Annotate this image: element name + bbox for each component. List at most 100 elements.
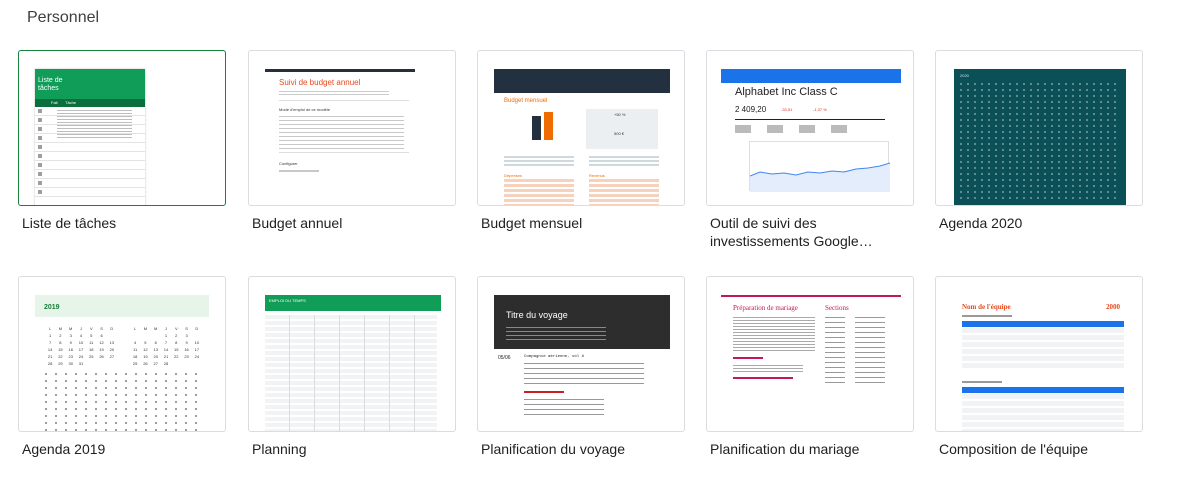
calendar-day: 14 (47, 347, 53, 352)
calendar-day: 6 (154, 340, 157, 345)
calendar-day: 31 (78, 361, 84, 366)
calendar-day: 5 (144, 340, 147, 345)
calendar-day: 16 (184, 347, 189, 352)
trip-preview-date: 05/06 (498, 355, 511, 361)
calendar-day (107, 332, 117, 339)
calendar-day-header: L (134, 326, 137, 331)
template-annual-budget-label: Budget annuel (252, 215, 343, 231)
calendar-day-header: M (69, 326, 73, 331)
wedding-preview-sections: Sections (825, 304, 849, 312)
monthly-budget-preview-expenses: Dépenses (504, 173, 523, 178)
calendar-day-header: D (195, 326, 199, 331)
calendar-day (192, 360, 202, 367)
trip-preview-flight: Compagnie aérienne, vol # (524, 355, 585, 359)
calendar-day: 23 (68, 354, 73, 359)
calendar-day: 25 (132, 361, 138, 366)
template-trip-thumbnail[interactable]: Titre du voyage 05/06 Compagnie aérienne… (477, 276, 685, 432)
calendar-day (192, 332, 202, 339)
section-title: Personnel (27, 9, 100, 26)
calendar-day: 20 (153, 354, 158, 359)
template-agenda-2020-thumbnail[interactable]: 2020 (935, 50, 1143, 206)
calendar-day-header: M (154, 326, 158, 331)
team-preview-year: 2000 (1106, 303, 1120, 311)
calendar-day-header: M (143, 326, 148, 331)
template-agenda-2019-label: Agenda 2019 (22, 441, 106, 457)
calendar-day-header: J (79, 326, 82, 331)
template-agenda-2019-thumbnail[interactable]: 2019 L M M J V S D 1 2 3 4 5 6 7 8 9 10 11 12 13 14 15 16 17 18 1… (18, 276, 226, 432)
team-preview-title: Nom de l'équipe (962, 303, 1011, 311)
investment-preview-change-pct: -1,37 % (813, 107, 827, 112)
calendar-day: 22 (58, 354, 63, 359)
calendar-day (130, 332, 140, 339)
wedding-preview-title: Préparation de mariage (733, 304, 798, 312)
calendar-day: 27 (153, 361, 158, 366)
calendar-day-header: J (164, 326, 167, 331)
calendar-day: 4 (134, 340, 137, 345)
calendar-day (107, 360, 117, 367)
annual-budget-preview-config: Configurer (279, 161, 298, 166)
calendar-day: 23 (184, 354, 189, 359)
template-annual-budget-thumbnail[interactable]: Suivi de budget annuel Mode d'emploi de … (248, 50, 456, 206)
calendar-day (86, 360, 96, 367)
calendar-day: 18 (89, 347, 94, 352)
calendar-day-header: D (110, 326, 114, 331)
calendar-day: 28 (163, 361, 169, 366)
calendar-day (181, 360, 191, 367)
template-planning-thumbnail[interactable]: EMPLOI DU TEMPS (248, 276, 456, 432)
calendar-day: 26 (99, 354, 104, 359)
calendar-day: 12 (99, 340, 104, 345)
annual-budget-preview-steps: Mode d'emploi de ce modèle (279, 107, 331, 112)
calendar-day: 11 (89, 340, 94, 345)
calendar-day-header: V (89, 326, 93, 331)
template-team-thumbnail[interactable]: Nom de l'équipe 2000 (935, 276, 1143, 432)
calendar-day-header: M (58, 326, 63, 331)
calendar-day: 12 (143, 347, 148, 352)
calendar-day: 10 (194, 340, 200, 345)
calendar-day: 9 (69, 340, 72, 345)
calendar-day: 22 (174, 354, 179, 359)
calendar-day: 18 (132, 354, 138, 359)
calendar-day (151, 332, 161, 339)
template-wedding-thumbnail[interactable]: Préparation de mariage Sections (706, 276, 914, 432)
calendar-day: 17 (78, 347, 84, 352)
calendar-day: 3 (69, 333, 72, 338)
template-todo-label: Liste de tâches (22, 215, 117, 231)
template-monthly-budget-thumbnail[interactable]: Budget mensuel +50 % 500 € Dépenses Reve… (477, 50, 685, 206)
todo-preview-col2: Tâche (65, 100, 77, 105)
template-monthly-budget-label: Budget mensuel (481, 215, 583, 231)
template-trip-label: Planification du voyage (481, 441, 625, 457)
monthly-budget-preview-title: Budget mensuel (504, 98, 548, 104)
template-todo-thumbnail[interactable]: Liste de tâches Fait Tâche (18, 50, 226, 206)
calendar-day: 13 (109, 340, 115, 345)
calendar-day: 21 (47, 354, 53, 359)
calendar-day: 21 (163, 354, 169, 359)
calendar-day: 24 (194, 354, 200, 359)
template-agenda-2020-label: Agenda 2020 (939, 215, 1023, 231)
investment-preview-change: -33,51 (781, 107, 793, 112)
calendar-day: 1 (164, 333, 168, 338)
calendar-day-header: L (49, 326, 52, 331)
template-investment-thumbnail[interactable]: Alphabet Inc Class C 2 409,20 -33,51 -1,… (706, 50, 914, 206)
calendar-day: 25 (89, 354, 94, 359)
calendar-day: 26 (143, 361, 148, 366)
calendar-day-header: S (100, 326, 103, 331)
template-planning-label: Planning (252, 441, 307, 457)
calendar-day: 9 (185, 340, 188, 345)
calendar-day: 8 (175, 340, 178, 345)
agenda-2020-preview-year: 2020 (960, 73, 969, 78)
calendar-day: 20 (109, 347, 115, 352)
calendar-day: 13 (153, 347, 158, 352)
calendar-day: 2 (175, 333, 178, 338)
todo-preview-col1: Fait (51, 100, 58, 105)
template-team-label: Composition de l'équipe (939, 441, 1088, 457)
agenda-2019-january: L M M J V S D 1 2 3 4 5 6 7 8 9 10 11 12 13 14 15 16 17 18 19 20 21… (45, 325, 117, 367)
calendar-day (171, 360, 181, 367)
calendar-day: 14 (163, 347, 169, 352)
calendar-day-header: V (174, 326, 178, 331)
calendar-day: 30 (68, 361, 73, 366)
calendar-day: 10 (78, 340, 84, 345)
calendar-day-header: S (185, 326, 188, 331)
calendar-day: 8 (59, 340, 62, 345)
calendar-day: 2 (59, 333, 62, 338)
calendar-day: 19 (143, 354, 148, 359)
